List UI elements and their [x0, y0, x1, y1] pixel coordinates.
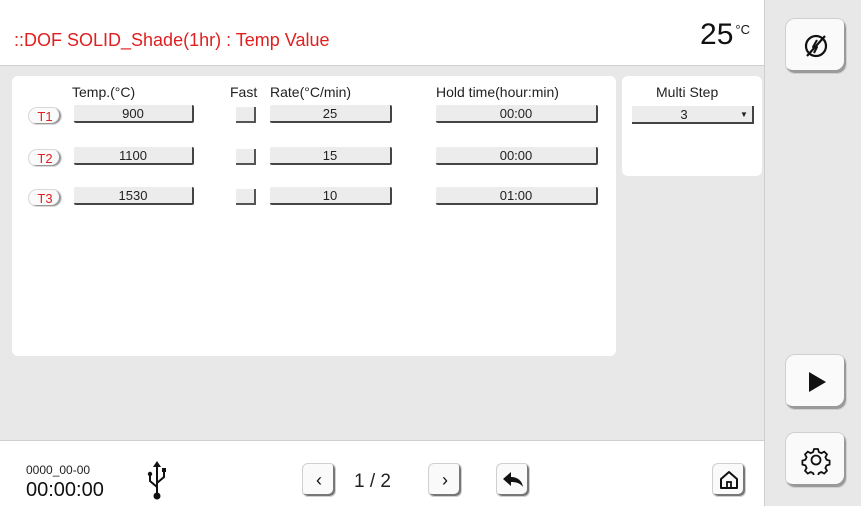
temp-field-t1[interactable]: 900	[74, 105, 194, 123]
previous-page-button[interactable]: ‹	[302, 463, 336, 497]
step-label-t1[interactable]: T1	[28, 107, 62, 125]
back-button[interactable]	[496, 463, 530, 497]
power-button[interactable]	[785, 18, 847, 74]
hold-field-t3[interactable]: 01:00	[436, 187, 598, 205]
rate-column-header: Rate(°C/min)	[270, 84, 352, 100]
settings-button[interactable]	[785, 432, 847, 488]
time-display: 00:00:00	[26, 479, 104, 501]
page-indicator: 1 / 2	[354, 471, 391, 492]
multi-step-label: Multi Step	[656, 84, 719, 100]
usb-icon	[147, 461, 166, 500]
date-display: 0000_00-00	[26, 463, 91, 477]
hold-field-t2[interactable]: 00:00	[436, 147, 598, 165]
gear-icon	[801, 448, 831, 475]
fast-column-header: Fast	[230, 84, 258, 100]
next-page-button[interactable]: ›	[428, 463, 462, 497]
fast-checkbox-t1[interactable]	[236, 107, 256, 123]
multi-step-panel: Multi Step 3 ▼	[622, 76, 762, 176]
temp-column-header: Temp.(°C)	[72, 84, 136, 100]
right-toolbar	[764, 0, 861, 506]
fast-checkbox-t3[interactable]	[236, 189, 256, 205]
home-icon	[720, 471, 738, 489]
step-label-t2[interactable]: T2	[28, 149, 62, 167]
temp-field-t3[interactable]: 1530	[74, 187, 194, 205]
multi-step-value: 3	[680, 106, 688, 122]
page-title: ::DOF SOLID_Shade(1hr) : Temp Value	[14, 30, 330, 50]
footer-bar: 0000_00-00 00:00:00 ‹ 1 / 2 ›	[0, 440, 764, 506]
dropdown-arrow-icon: ▼	[740, 109, 748, 119]
temperature-unit: °C	[735, 22, 750, 37]
header-bar: ::DOF SOLID_Shade(1hr) : Temp Value 25 °C	[0, 0, 764, 66]
temp-table-panel: Temp.(°C) Fast Rate(°C/min) Hold time(ho…	[12, 76, 616, 356]
play-icon	[809, 372, 826, 392]
hold-column-header: Hold time(hour:min)	[436, 84, 559, 100]
rate-field-t1[interactable]: 25	[270, 105, 392, 123]
chevron-right-icon: ›	[442, 469, 448, 490]
multi-step-select[interactable]: 3 ▼	[632, 106, 754, 124]
no-power-icon	[804, 34, 828, 58]
play-button[interactable]	[785, 354, 847, 410]
temp-field-t2[interactable]: 1100	[74, 147, 194, 165]
step-label-t3[interactable]: T3	[28, 189, 62, 207]
current-temperature: 25 °C	[700, 18, 750, 52]
chevron-left-icon: ‹	[316, 469, 322, 490]
back-arrow-icon	[503, 472, 523, 487]
rate-field-t3[interactable]: 10	[270, 187, 392, 205]
fast-checkbox-t2[interactable]	[236, 149, 256, 165]
home-button[interactable]	[712, 463, 746, 497]
rate-field-t2[interactable]: 15	[270, 147, 392, 165]
temperature-value: 25	[700, 18, 734, 51]
hold-field-t1[interactable]: 00:00	[436, 105, 598, 123]
